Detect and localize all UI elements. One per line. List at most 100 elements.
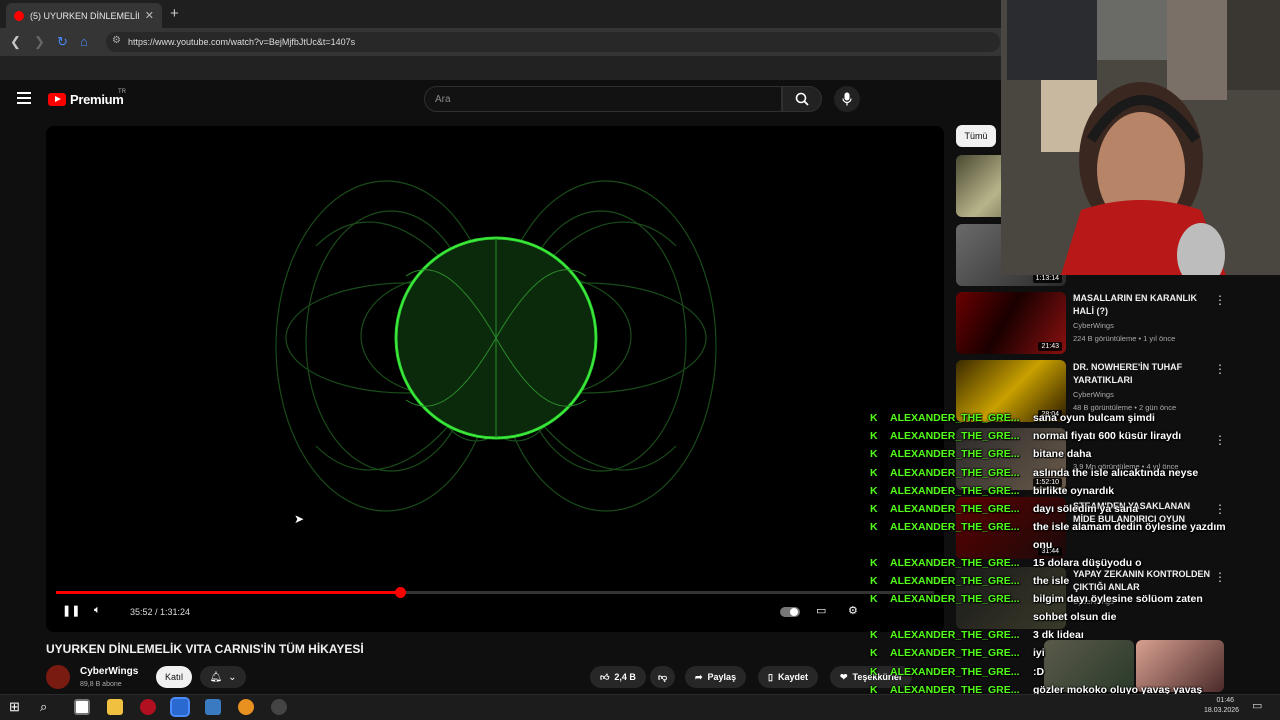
channel-avatar[interactable] — [46, 665, 70, 689]
kick-icon: K — [870, 593, 878, 605]
save-button[interactable]: ▯ Kaydet — [758, 666, 818, 688]
youtube-logo[interactable]: Premium TR — [48, 89, 126, 107]
chat-message: K ALEXANDER_THE_GRE... iyi — [870, 647, 1045, 659]
screen: (5) UYURKEN DİNLEMELİK V... ✕ + ❮ ❯ ↻ ⌂ … — [0, 0, 1280, 720]
chat-text: birlikte oynardık — [1033, 485, 1115, 497]
mouse-cursor-icon: ➤ — [294, 512, 305, 526]
kick-icon: K — [870, 647, 878, 659]
channel-name[interactable]: CyberWings — [1073, 390, 1114, 399]
filter-chip-all[interactable]: Tümü — [956, 125, 996, 147]
video-player[interactable]: ❚❚ 🔈︎ 35:52 / 1:31:24 ▭ ⚙ — [46, 126, 944, 632]
chat-message: K ALEXANDER_THE_GRE... the isle alamam ded… — [870, 521, 1226, 533]
chevron-down-icon: ⌄ — [228, 671, 237, 683]
progress-bar[interactable] — [56, 587, 934, 598]
chat-message: K ALEXANDER_THE_GRE... 3 dk lideaı — [870, 629, 1084, 641]
microphone-icon — [842, 92, 852, 106]
back-icon[interactable]: ❮ — [10, 34, 21, 50]
file-explorer-icon[interactable] — [107, 699, 123, 715]
video-title[interactable]: MASALLARIN EN KARANLIK HALİ (?) — [1073, 292, 1213, 318]
address-bar[interactable]: ⚙ https://www.youtube.com/watch?v=BejMjf… — [106, 32, 1000, 52]
chat-username: ALEXANDER_THE_GRE... — [890, 503, 1020, 515]
kick-icon: K — [870, 575, 878, 587]
join-button[interactable]: Katıl — [156, 666, 192, 688]
forward-icon[interactable]: ❯ — [34, 34, 45, 50]
share-button[interactable]: ➦ Paylaş — [685, 666, 747, 688]
chat-text: iyi — [1033, 647, 1045, 659]
tab-title: (5) UYURKEN DİNLEMELİK V... — [30, 10, 139, 21]
chat-text: dayı söledim ya sana — [1033, 503, 1139, 515]
browser-icon[interactable] — [170, 697, 190, 717]
kick-icon: K — [870, 467, 878, 479]
more-options-icon[interactable]: ⋮ — [1214, 433, 1226, 447]
site-info-icon[interactable]: ⚙ — [112, 35, 121, 46]
more-options-icon[interactable]: ⋮ — [1214, 362, 1226, 376]
notification-button[interactable]: 🔔︎ ⌄ — [200, 666, 246, 688]
taskbar-clock[interactable]: 01:46 18.03.2026 — [1204, 696, 1240, 716]
search-icon — [795, 92, 809, 106]
clock-time: 01:46 — [1216, 697, 1234, 704]
video-title[interactable]: DR. NOWHERE'İN TUHAF YARATIKLARI — [1073, 361, 1213, 387]
video-duration: 21:43 — [1038, 342, 1062, 351]
chat-username: ALEXANDER_THE_GRE... — [890, 521, 1020, 533]
chat-username: ALEXANDER_THE_GRE... — [890, 412, 1020, 424]
chat-text: 15 dolara düşüyodu o — [1033, 557, 1142, 569]
chat-message: K ALEXANDER_THE_GRE... birlikte oynardık — [870, 485, 1114, 497]
new-tab-icon[interactable]: + — [170, 5, 179, 22]
save-label: Kaydet — [777, 672, 808, 682]
more-options-icon[interactable]: ⋮ — [1214, 293, 1226, 307]
reload-icon[interactable]: ↻ — [57, 34, 68, 50]
chat-message: K ALEXANDER_THE_GRE... the isle — [870, 575, 1069, 587]
home-icon[interactable]: ⌂ — [80, 34, 88, 49]
chat-text: aslında the isle alıcaktında neyse — [1033, 467, 1199, 479]
video-title: UYURKEN DİNLEMELİK VITA CARNIS'İN TÜM Hİ… — [46, 642, 364, 656]
chat-username: ALEXANDER_THE_GRE... — [890, 647, 1020, 659]
clock-date: 18.03.2026 — [1204, 707, 1240, 714]
time-display: 35:52 / 1:31:24 — [130, 607, 191, 617]
kick-icon: K — [870, 521, 878, 533]
autoplay-toggle[interactable] — [780, 607, 800, 617]
chat-message: K ALEXANDER_THE_GRE... bitane daha — [870, 448, 1091, 460]
menu-icon[interactable] — [17, 92, 31, 107]
kick-icon: K — [870, 666, 878, 678]
like-button[interactable]: 👍︎ 2,4 B — [590, 666, 646, 688]
webcam-overlay — [1001, 0, 1280, 275]
chat-message: K ALEXANDER_THE_GRE... dayı söledim ya san… — [870, 503, 1138, 515]
more-options-icon[interactable]: ⋮ — [1214, 570, 1226, 584]
windows-start-icon[interactable]: ⊞ — [9, 699, 25, 715]
search-box[interactable] — [424, 86, 782, 112]
chat-message: K ALEXANDER_THE_GRE...:D — [870, 666, 1044, 678]
more-options-icon[interactable]: ⋮ — [1214, 502, 1226, 516]
notifications-icon[interactable]: ▭ — [1252, 699, 1268, 715]
dislike-button[interactable]: 👎︎ — [650, 666, 676, 688]
voice-search-button[interactable] — [834, 86, 860, 112]
app-icon[interactable] — [205, 699, 221, 715]
channel-name[interactable]: CyberWings — [1073, 321, 1114, 330]
search-input[interactable] — [435, 93, 781, 105]
chat-message: K ALEXANDER_THE_GRE... aslında the isle al… — [870, 467, 1198, 479]
app-icon[interactable] — [238, 699, 254, 715]
app-icon[interactable] — [140, 699, 156, 715]
close-tab-icon[interactable]: ✕ — [145, 9, 154, 22]
thumbs-up-icon: 👍︎ — [600, 671, 610, 682]
video-title[interactable]: YAPAY ZEKANIN KONTROLDEN ÇIKTIĞI ANLAR — [1073, 568, 1213, 594]
chat-text: normal fiyatı 600 küsür liraydı — [1033, 430, 1182, 442]
share-icon: ➦ — [695, 671, 703, 682]
chat-username: ALEXANDER_THE_GRE... — [890, 557, 1020, 569]
browser-tab[interactable]: (5) UYURKEN DİNLEMELİK V... ✕ — [6, 3, 162, 28]
subtitles-icon[interactable]: ▭ — [816, 604, 826, 617]
channel-name[interactable]: CyberWings — [80, 666, 138, 677]
settings-icon[interactable]: ⚙ — [848, 604, 858, 617]
volume-icon[interactable]: 🔈︎ — [94, 604, 101, 617]
chat-username: ALEXANDER_THE_GRE... — [890, 430, 1020, 442]
app-icon[interactable] — [271, 699, 287, 715]
pause-icon[interactable]: ❚❚ — [62, 604, 80, 617]
task-view-icon[interactable] — [74, 699, 90, 715]
chat-text: sohbet olsun die — [1033, 611, 1117, 623]
chat-username: ALEXANDER_THE_GRE... — [890, 666, 1020, 678]
video-thumbnail[interactable]: 21:43 — [956, 292, 1066, 354]
youtube-favicon-icon — [14, 10, 24, 21]
search-button[interactable] — [782, 86, 822, 112]
taskbar — [0, 694, 1280, 720]
chat-message: K ALEXANDER_THE_GRE... 15 dolara düşüyodu … — [870, 557, 1142, 569]
search-icon[interactable]: ⌕ — [40, 699, 56, 715]
